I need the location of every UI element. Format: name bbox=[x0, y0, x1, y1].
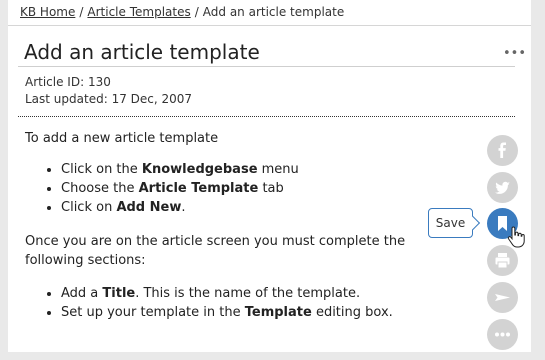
breadcrumb-divider bbox=[8, 25, 531, 26]
breadcrumb: KB Home / Article Templates / Add an article… bbox=[20, 5, 344, 19]
list-item: Choose the Article Template tab bbox=[61, 179, 299, 198]
breadcrumb-current: Add an article template bbox=[202, 5, 345, 19]
share-twitter-button[interactable] bbox=[487, 172, 518, 203]
last-updated: Last updated: 17 Dec, 2007 bbox=[25, 92, 193, 106]
sections-text: Once you are on the article screen you m… bbox=[25, 234, 406, 268]
more-options-button[interactable]: ••• bbox=[503, 46, 526, 61]
facebook-icon bbox=[498, 142, 506, 158]
list-item: Click on Add New. bbox=[61, 198, 299, 217]
meta-divider bbox=[18, 116, 515, 117]
intro-text: To add a new article template bbox=[25, 131, 219, 146]
breadcrumb-separator: / bbox=[194, 5, 199, 19]
print-icon bbox=[495, 253, 510, 269]
list-item: Set up your template in the Template edi… bbox=[61, 303, 393, 322]
share-more-button[interactable] bbox=[487, 319, 518, 350]
steps-list: Click on the Knowledgebase menu Choose t… bbox=[25, 160, 299, 217]
sections-list: Add a Title. This is the name of the tem… bbox=[25, 284, 393, 322]
more-icon bbox=[495, 332, 510, 337]
share-print-button[interactable] bbox=[487, 245, 518, 276]
article-id: Article ID: 130 bbox=[25, 75, 111, 89]
list-item: Click on the Knowledgebase menu bbox=[61, 160, 299, 179]
breadcrumb-home-link[interactable]: KB Home bbox=[20, 5, 75, 19]
hand-cursor-icon bbox=[507, 226, 525, 248]
breadcrumb-separator: / bbox=[79, 5, 84, 19]
breadcrumb-templates-link[interactable]: Article Templates bbox=[87, 5, 190, 19]
twitter-icon bbox=[495, 181, 510, 194]
save-tooltip: Save bbox=[428, 208, 473, 238]
email-icon bbox=[495, 294, 510, 301]
page-title: Add an article template bbox=[24, 40, 260, 64]
title-divider bbox=[18, 66, 515, 67]
share-facebook-button[interactable] bbox=[487, 135, 518, 166]
list-item: Add a Title. This is the name of the tem… bbox=[61, 284, 393, 303]
share-email-button[interactable] bbox=[487, 282, 518, 313]
